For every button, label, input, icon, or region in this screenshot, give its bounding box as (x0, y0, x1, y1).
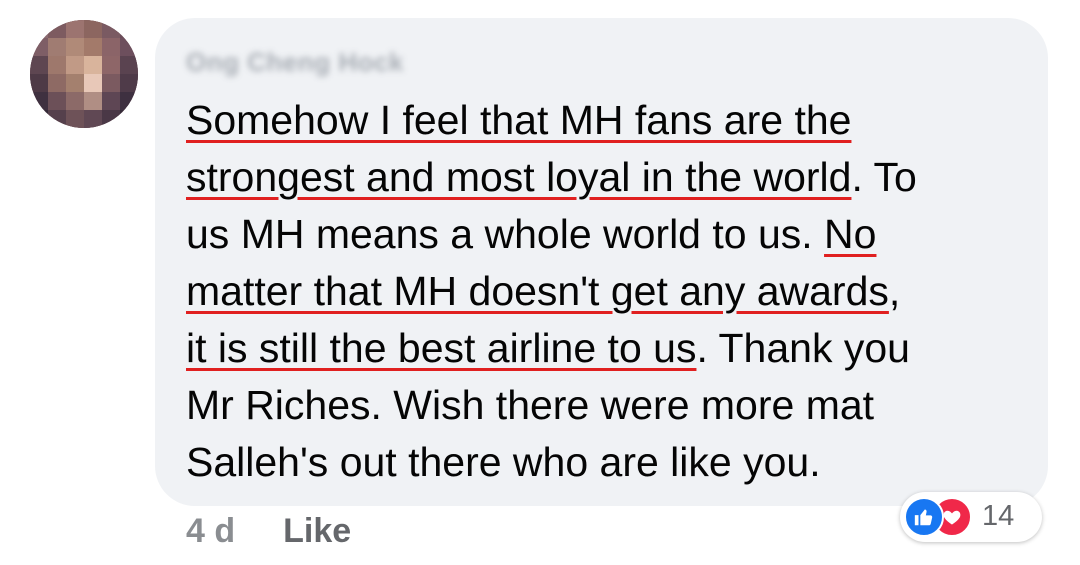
comment-timestamp[interactable]: 4 d (186, 512, 235, 550)
avatar[interactable] (30, 20, 138, 128)
comment-text-segment: . To (851, 154, 917, 200)
comment-author-name[interactable]: Ong Cheng Hock (186, 47, 404, 78)
comment-line: Somehow I feel that MH fans are the (186, 92, 1036, 149)
reaction-count: 14 (982, 500, 1015, 532)
comment-text-segment: Mr Riches. Wish there were more mat (186, 382, 875, 428)
comment-line: us MH means a whole world to us. No (186, 206, 1036, 263)
comment-line: Salleh's out there who are like you. (186, 434, 1036, 491)
highlighted-text: No (824, 211, 877, 257)
comment-line: Mr Riches. Wish there were more mat (186, 377, 1036, 434)
comment-actions: 4 d Like (186, 512, 351, 551)
comment-body: Somehow I feel that MH fans are the stron… (186, 92, 1036, 491)
like-button[interactable]: Like (283, 512, 351, 550)
highlighted-text: matter that MH doesn't get any awards (186, 268, 889, 314)
comment-text-segment: , (888, 268, 901, 314)
like-reaction-icon (904, 497, 944, 537)
comment-text-segment: us MH means a whole world to us. (186, 211, 825, 257)
comment-line: strongest and most loyal in the world. T… (186, 149, 1036, 206)
comment-line: matter that MH doesn't get any awards, (186, 263, 1036, 320)
comment-text-segment: Salleh's out there who are like you. (186, 439, 821, 485)
highlighted-text: Somehow I feel that MH fans are the (186, 97, 852, 143)
reactions-summary[interactable]: 14 (900, 492, 1042, 542)
highlighted-text: strongest and most loyal in the world (186, 154, 852, 200)
highlighted-text: it is still the best airline to us (186, 325, 697, 371)
comment-line: it is still the best airline to us. Than… (186, 320, 1036, 377)
comment-text-segment: . Thank you (696, 325, 910, 371)
